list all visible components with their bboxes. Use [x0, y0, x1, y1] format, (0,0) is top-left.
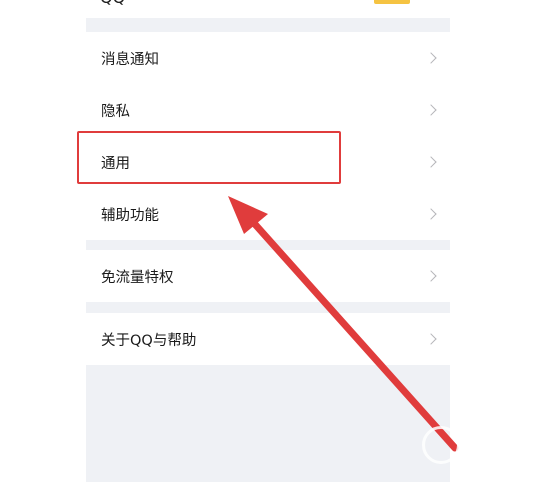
arrow-shaft — [240, 208, 459, 452]
watermark: 经验 — [418, 420, 528, 470]
watermark-text: 经验 — [462, 434, 510, 462]
paw-icon — [422, 426, 460, 464]
annotation-arrow — [228, 196, 459, 452]
